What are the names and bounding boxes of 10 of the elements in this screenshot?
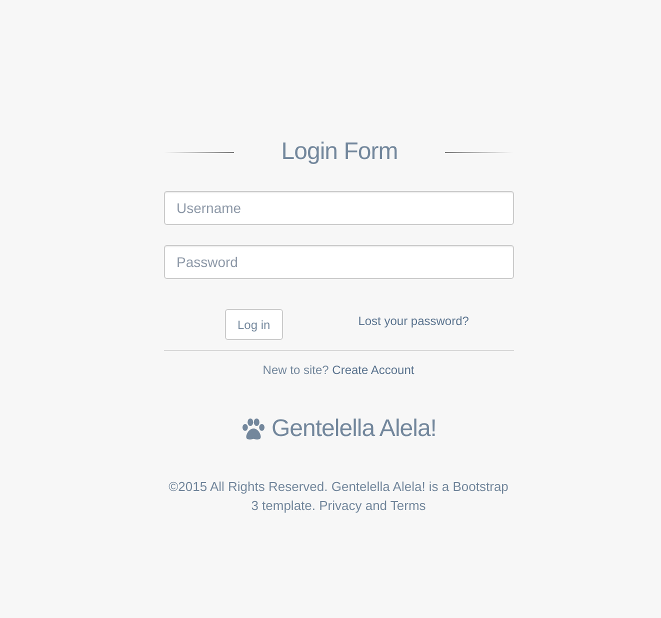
create-account-link[interactable]: Create Account [332, 363, 414, 377]
paw-icon [240, 418, 266, 440]
lost-password-link[interactable]: Lost your password? [358, 314, 469, 328]
input-field[interactable]: Password [164, 245, 514, 279]
login-button[interactable]: Log in [224, 309, 284, 340]
footer-text: ©2015 All Rights Reserved. Gentelella Alela! is a Bootstrap 3 template. Privacy and Terms [168, 478, 510, 515]
brand-name: Gentelella Alela! [272, 415, 436, 443]
signup-text: New to site? Create Account [262, 363, 416, 377]
form-title: Login Form [281, 138, 398, 166]
input-field[interactable]: Username [164, 191, 514, 225]
